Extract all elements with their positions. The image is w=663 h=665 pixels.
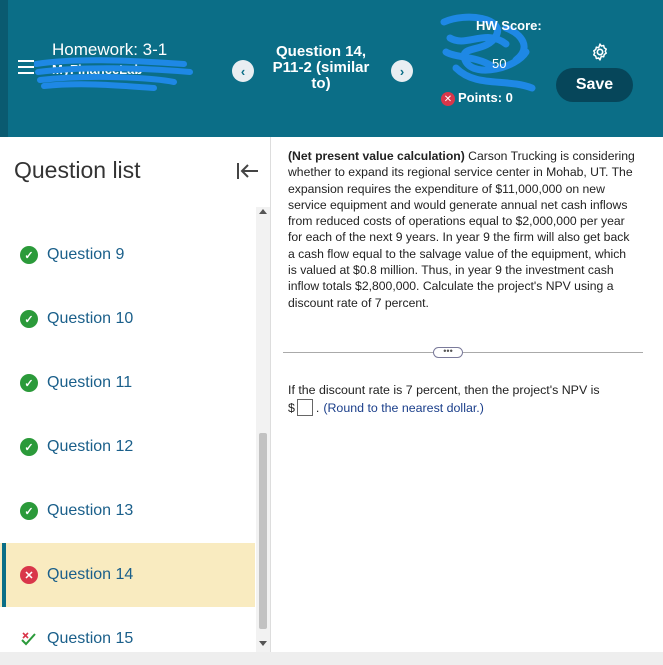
save-button[interactable]: Save [556,68,633,102]
score-label: HW Score: [476,18,542,33]
currency-symbol: $ [288,400,295,415]
score-value: 50 [492,56,507,71]
check-icon: ✓ [20,246,38,264]
npv-answer-input[interactable] [296,399,313,416]
question-list-panel: Question list ✓ Question 9 ✓ Question 10… [0,137,270,665]
section-divider [283,352,643,353]
question-label: Question 11 [47,374,133,391]
question-list-scrollbar[interactable] [256,207,270,665]
question-list-title: Question list [14,157,141,183]
partial-check-icon [20,630,38,648]
question-title: Question 14, P11-2 (similar to) [272,43,370,92]
question-label: Question 12 [47,438,134,455]
question-item[interactable]: ✓ Question 9 [0,223,255,287]
question-item[interactable]: ✓ Question 10 [0,287,255,351]
answer-period: . [315,400,320,415]
rounding-hint: (Round to the nearest dollar.) [323,400,484,415]
problem-heading: (Net present value calculation) [288,149,465,163]
question-content: (Net present value calculation) Carson T… [271,137,663,652]
question-item-active[interactable]: ✕ Question 14 [0,543,255,607]
x-icon: ✕ [20,566,38,584]
problem-body: Carson Trucking is considering whether t… [288,149,635,310]
check-icon: ✓ [20,374,38,392]
top-bar: Homework: 3-1 MyFinanceLab ‹ Question 14… [0,0,663,137]
scroll-down-arrow-icon[interactable] [259,641,267,646]
check-icon: ✓ [20,502,38,520]
bottom-strip [0,652,663,665]
answer-prompt: If the discount rate is 7 percent, then … [288,383,600,397]
check-icon: ✓ [20,310,38,328]
question-label: Question 13 [47,502,134,519]
collapse-panel-icon[interactable] [236,161,260,181]
expand-more-button[interactable]: ••• [433,347,463,358]
check-icon: ✓ [20,438,38,456]
question-label: Question 9 [47,246,125,263]
question-label: Question 14 [47,566,134,583]
next-question-button[interactable]: › [391,60,413,82]
question-item[interactable]: ✓ Question 12 [0,415,255,479]
hamburger-menu-icon[interactable] [18,60,34,74]
question-item[interactable]: ✓ Question 13 [0,479,255,543]
gear-icon[interactable] [590,42,610,62]
previous-question-button[interactable]: ‹ [232,60,254,82]
redaction-scribble [34,57,193,91]
points-label: Points: 0 [458,90,513,105]
question-label: Question 10 [47,310,134,327]
left-edge-strip [0,0,8,137]
x-icon: ✕ [441,92,455,106]
scroll-up-arrow-icon[interactable] [259,209,267,214]
question-list: ✓ Question 9 ✓ Question 10 ✓ Question 11… [0,215,255,665]
answer-row: $ . (Round to the nearest dollar.) [288,399,484,416]
scroll-thumb[interactable] [259,433,267,629]
question-item[interactable]: ✓ Question 11 [0,351,255,415]
problem-statement: (Net present value calculation) Carson T… [288,148,638,311]
question-label: Question 15 [47,630,134,647]
